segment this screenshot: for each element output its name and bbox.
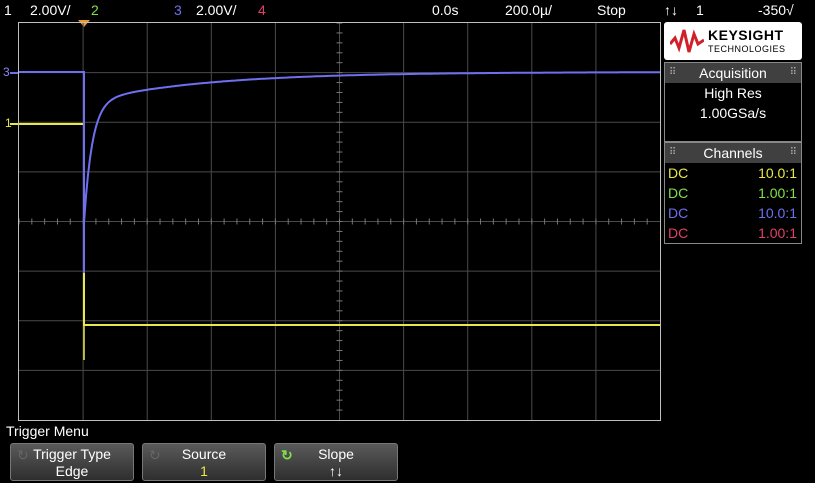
- softkey-trigger-type[interactable]: ↻ Trigger Type Edge: [10, 443, 134, 481]
- trigger-source[interactable]: 1: [696, 2, 704, 18]
- coupling: DC: [668, 205, 689, 221]
- ch3-scale[interactable]: 2.00V/: [196, 2, 236, 18]
- logo-sub: TECHNOLOGIES: [708, 44, 786, 54]
- probe-ratio: 1.00:1: [758, 185, 797, 201]
- coupling: DC: [668, 185, 689, 201]
- keysight-logo: KEYSIGHT TECHNOLOGIES: [664, 22, 802, 60]
- time-scale[interactable]: 200.0µ/: [505, 2, 552, 18]
- acquisition-title: ⠿ Acquisition ⠿: [665, 63, 801, 83]
- ch1-scale[interactable]: 2.00V/: [30, 2, 70, 18]
- channel-row-3[interactable]: DC 10.0:1: [665, 203, 801, 223]
- softkey-source[interactable]: ↻ Source 1: [142, 443, 266, 481]
- keysight-wave-icon: [670, 29, 704, 53]
- channel-row-4[interactable]: DC 1.00:1: [665, 223, 801, 243]
- probe-ratio: 10.0:1: [758, 165, 797, 181]
- acquisition-mode: High Res: [704, 85, 762, 101]
- channels-title: ⠿ Channels ⠿: [665, 143, 801, 163]
- waveform-graticule: [19, 23, 660, 420]
- softkey-label: Trigger Type: [33, 446, 111, 462]
- run-state[interactable]: Stop: [597, 2, 626, 18]
- time-delay[interactable]: 0.0s: [432, 2, 458, 18]
- softkey-value: 1: [200, 463, 208, 479]
- softkey-value: ↑↓: [329, 463, 343, 479]
- ch3-ground-marker[interactable]: 3: [2, 65, 19, 80]
- probe-ratio: 10.0:1: [758, 205, 797, 221]
- acquisition-panel[interactable]: ⠿ Acquisition ⠿ High Res 1.00GSa/s: [664, 62, 802, 142]
- status-bar: 1 2.00V/ 2 3 2.00V/ 4 0.0s 200.0µ/ Stop …: [0, 0, 815, 22]
- softkey-label: Slope: [318, 446, 354, 462]
- trigger-slope-icon: ↑↓: [664, 2, 678, 18]
- grip-icon: ⠿: [789, 67, 797, 78]
- menu-title: Trigger Menu: [6, 423, 89, 439]
- coupling: DC: [668, 165, 689, 181]
- softkey-value: Edge: [55, 463, 89, 479]
- channel-row-1[interactable]: DC 10.0:1: [665, 163, 801, 183]
- sample-rate: 1.00GSa/s: [699, 105, 767, 121]
- grip-icon: ⠿: [669, 67, 677, 78]
- channels-panel[interactable]: ⠿ Channels ⠿ DC 10.0:1 DC 1.00:1 DC 10.0…: [664, 142, 802, 244]
- ch2-number[interactable]: 2: [91, 2, 99, 18]
- grip-icon: ⠿: [669, 147, 677, 158]
- softkey-label: Source: [181, 446, 227, 462]
- ch3-number[interactable]: 3: [174, 2, 182, 18]
- channel-row-2[interactable]: DC 1.00:1: [665, 183, 801, 203]
- ch4-number[interactable]: 4: [258, 2, 266, 18]
- trigger-level[interactable]: -350√: [758, 2, 794, 18]
- coupling: DC: [668, 225, 689, 241]
- probe-ratio: 1.00:1: [758, 225, 797, 241]
- waveform-display[interactable]: [18, 22, 661, 421]
- logo-brand: KEYSIGHT: [708, 27, 784, 43]
- grip-icon: ⠿: [789, 147, 797, 158]
- ch1-ground-marker[interactable]: 1: [2, 116, 19, 131]
- ch1-number[interactable]: 1: [4, 2, 12, 18]
- softkey-slope[interactable]: ↻ Slope ↑↓: [274, 443, 398, 481]
